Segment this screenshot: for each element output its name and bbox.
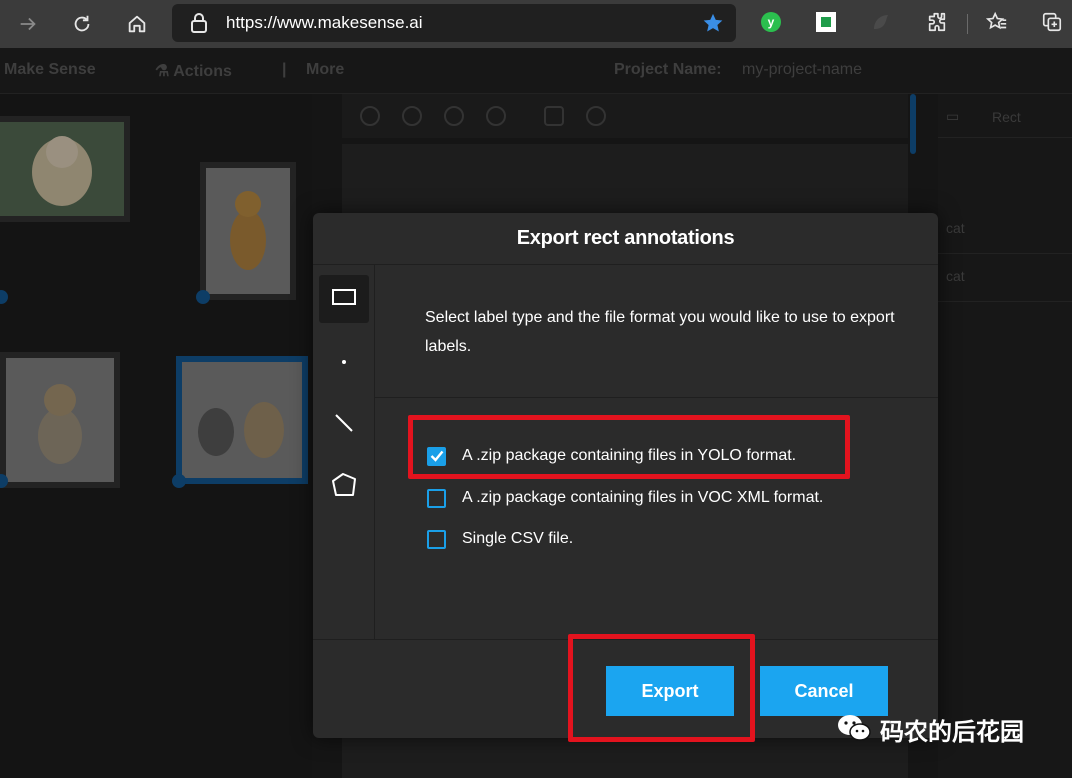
modal-header: Export rect annotations bbox=[313, 213, 938, 265]
extension-y-icon[interactable]: y bbox=[760, 11, 782, 33]
menu-more[interactable]: More bbox=[306, 61, 344, 79]
menu-actions-label: Actions bbox=[173, 63, 232, 80]
url-text[interactable]: https://www.makesense.ai bbox=[226, 13, 423, 33]
editor-toolbar bbox=[342, 94, 908, 138]
thumbnail-selected-dot bbox=[172, 474, 186, 488]
thumbnail-selected-dot bbox=[196, 290, 210, 304]
image-thumbnails-panel bbox=[0, 94, 312, 778]
label-type-point[interactable] bbox=[319, 337, 369, 385]
project-name-input[interactable]: my-project-name bbox=[742, 61, 862, 79]
line-icon bbox=[333, 412, 355, 438]
rect-icon bbox=[331, 288, 357, 310]
actions-icon: ⚗ bbox=[155, 63, 174, 80]
toolbar-divider bbox=[967, 14, 968, 34]
refresh-icon[interactable] bbox=[68, 10, 96, 38]
format-option-voc[interactable]: A .zip package containing files in VOC X… bbox=[427, 486, 823, 510]
format-option-label: Single CSV file. bbox=[462, 530, 574, 547]
label-row[interactable]: cat bbox=[938, 254, 1072, 302]
project-name-label: Project Name: bbox=[614, 61, 722, 78]
watermark: 码农的后花园 bbox=[836, 712, 1024, 747]
wechat-icon bbox=[836, 713, 872, 747]
label-type-sidebar bbox=[313, 265, 375, 639]
divider bbox=[375, 397, 938, 398]
favorites-icon[interactable] bbox=[985, 11, 1008, 33]
thumbnail-selected-dot bbox=[0, 290, 8, 304]
collections-icon[interactable] bbox=[1041, 11, 1063, 33]
checkbox-unchecked[interactable] bbox=[427, 529, 446, 549]
modal-title: Export rect annotations bbox=[516, 227, 735, 249]
extensions-puzzle-icon[interactable] bbox=[926, 11, 948, 33]
label-type-line[interactable] bbox=[319, 401, 369, 449]
crosshair-icon[interactable] bbox=[586, 106, 606, 126]
favorite-star-icon[interactable] bbox=[702, 12, 724, 38]
thumbnail-image[interactable] bbox=[0, 352, 120, 488]
extension-dim-icon[interactable] bbox=[870, 11, 892, 33]
zoom-out-icon[interactable] bbox=[402, 106, 422, 126]
scrollbar[interactable] bbox=[910, 94, 916, 154]
hand-icon[interactable] bbox=[544, 106, 564, 126]
label-type-polygon[interactable] bbox=[319, 463, 369, 511]
polygon-icon bbox=[330, 471, 358, 503]
format-option-csv[interactable]: Single CSV file. bbox=[427, 527, 573, 551]
forward-icon[interactable] bbox=[14, 10, 42, 38]
export-description: Select label type and the file format yo… bbox=[425, 309, 895, 355]
app-name[interactable]: Make Sense bbox=[4, 61, 96, 79]
checkbox-unchecked[interactable] bbox=[427, 488, 446, 508]
cancel-button[interactable]: Cancel bbox=[760, 666, 888, 716]
label-name: cat bbox=[946, 268, 965, 284]
zoom-max-icon[interactable] bbox=[486, 106, 506, 126]
label-tool-row[interactable]: ▭ Rect bbox=[938, 94, 1072, 138]
label-row[interactable]: cat bbox=[938, 206, 1072, 254]
highlight-yolo-option bbox=[408, 415, 850, 479]
label-type-rect[interactable] bbox=[319, 275, 369, 323]
browser-toolbar: https://www.makesense.ai y bbox=[0, 0, 1072, 48]
highlight-export-button bbox=[568, 634, 755, 742]
menu-divider: | bbox=[282, 61, 287, 78]
thumbnail-image-selected[interactable] bbox=[176, 356, 308, 484]
svg-text:y: y bbox=[768, 15, 775, 29]
lock-icon[interactable] bbox=[190, 13, 208, 37]
address-bar[interactable]: https://www.makesense.ai bbox=[172, 4, 736, 42]
menu-actions[interactable]: ⚗ Actions bbox=[155, 61, 232, 81]
app-topbar: Make Sense ⚗ Actions | More Project Name… bbox=[0, 48, 1072, 94]
label-name: cat bbox=[946, 220, 965, 236]
labels-panel: ▭ Rect cat cat bbox=[938, 94, 1072, 778]
zoom-fit-icon[interactable] bbox=[444, 106, 464, 126]
point-icon bbox=[339, 352, 349, 371]
extension-green-icon[interactable] bbox=[815, 11, 837, 33]
thumbnail-image[interactable] bbox=[200, 162, 296, 300]
format-option-label: A .zip package containing files in VOC X… bbox=[462, 489, 824, 506]
rect-icon: ▭ bbox=[946, 108, 960, 124]
tool-label: Rect bbox=[992, 109, 1021, 125]
home-icon[interactable] bbox=[123, 10, 151, 38]
thumbnail-image[interactable] bbox=[0, 116, 130, 222]
watermark-text: 码农的后花园 bbox=[880, 718, 1024, 746]
zoom-in-icon[interactable] bbox=[360, 106, 380, 126]
